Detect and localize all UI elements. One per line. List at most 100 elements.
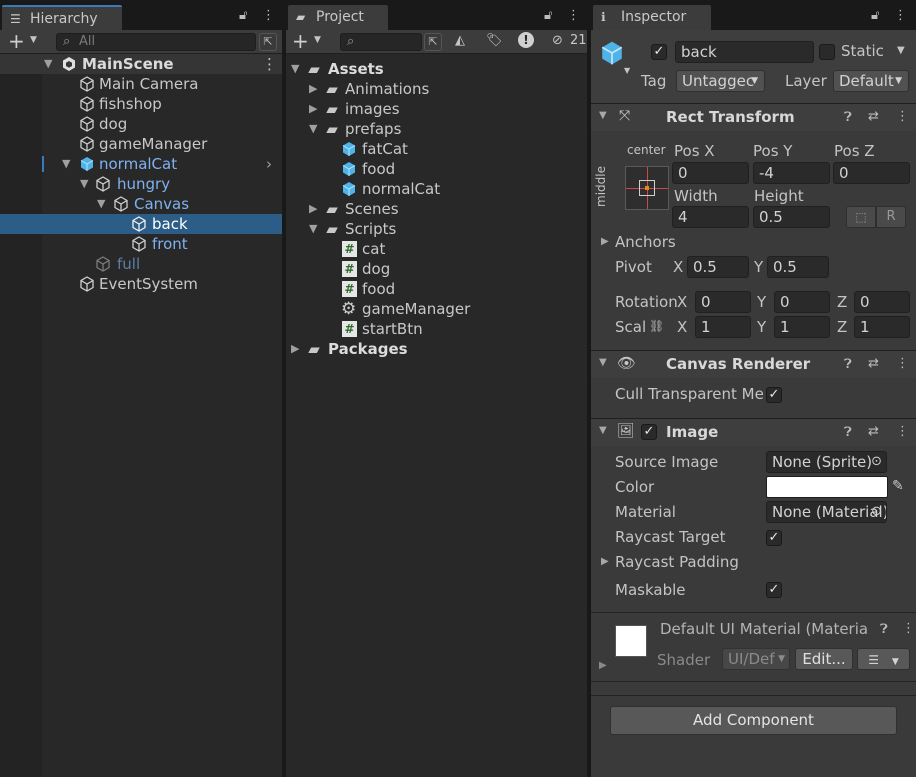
object-name-input[interactable]: back <box>675 41 814 63</box>
kebab-menu-icon[interactable]: ⋮ <box>902 621 915 636</box>
expand-arrow-icon[interactable]: ▶ <box>291 339 299 359</box>
shader-edit-button[interactable]: Edit... <box>795 648 853 670</box>
project-item-images[interactable]: ▶ ▰ images <box>286 99 587 119</box>
project-item-scripts[interactable]: ▼ ▰ Scripts <box>286 219 587 239</box>
filter-by-label-icon[interactable]: 🏷︎ <box>486 33 503 48</box>
project-item-assets[interactable]: ▼ ▰ Assets <box>286 59 587 79</box>
constrain-proportions-icon[interactable]: ⛓ <box>649 319 664 333</box>
project-item-packages[interactable]: ▶ ▰ Packages <box>286 339 587 359</box>
project-item-fatcat[interactable]: fatCat <box>286 139 587 159</box>
chevron-right-icon[interactable]: › <box>266 154 272 174</box>
lock-icon[interactable]: 🔓︎ <box>871 8 879 23</box>
kebab-menu-icon[interactable]: ⋮ <box>896 109 909 124</box>
preset-icon[interactable]: ⇄ <box>868 109 879 124</box>
expand-arrow-icon[interactable]: ▼ <box>44 54 52 74</box>
kebab-menu-icon[interactable]: ⋮ <box>262 8 275 23</box>
scale-x-field[interactable]: 1 <box>695 316 751 338</box>
anchors-label[interactable]: Anchors <box>615 233 676 251</box>
posz-field[interactable]: 0 <box>833 162 910 184</box>
eyedropper-icon[interactable]: ✎ <box>892 478 904 494</box>
foldout-arrow-icon[interactable]: ▶ <box>601 556 609 567</box>
preset-icon[interactable]: ⇄ <box>868 356 879 371</box>
foldout-arrow-icon[interactable]: ▶ <box>601 236 609 247</box>
lock-icon[interactable]: 🔓︎ <box>544 8 552 23</box>
pivot-y-field[interactable]: 0.5 <box>767 256 829 278</box>
hierarchy-tab[interactable]: ☰ Hierarchy <box>2 5 122 30</box>
hierarchy-item-eventsystem[interactable]: EventSystem <box>0 274 282 294</box>
hierarchy-item-normalcat[interactable]: ▼ normalCat › <box>0 154 282 174</box>
canvas-renderer-header[interactable]: ▼ 👁︎ Canvas Renderer ❓︎ ⇄ ⋮ <box>591 350 916 378</box>
scale-y-field[interactable]: 1 <box>774 316 830 338</box>
tag-dropdown[interactable]: Untaggec ▼ <box>676 70 765 92</box>
add-icon[interactable]: + <box>8 30 25 52</box>
rot-y-field[interactable]: 0 <box>774 291 830 313</box>
project-item-food-script[interactable]: # food <box>286 279 587 299</box>
hidden-packages-icon[interactable]: ⊘ <box>552 33 563 48</box>
shader-dropdown[interactable]: UI/Def ▼ <box>722 648 790 670</box>
height-field[interactable]: 0.5 <box>753 206 830 228</box>
hierarchy-item-hungry[interactable]: ▼ hungry <box>0 174 282 194</box>
foldout-arrow-icon[interactable]: ▼ <box>599 357 607 368</box>
image-enabled-checkbox[interactable]: ✓ <box>641 424 657 440</box>
rect-transform-header[interactable]: ▼ ⤧ Rect Transform ❓︎ ⇄ ⋮ <box>591 103 916 131</box>
project-search-input[interactable]: ⌕ <box>340 33 422 51</box>
project-tab[interactable]: ▰ Project <box>288 5 388 30</box>
warning-icon[interactable]: ! <box>518 32 534 48</box>
project-item-scenes[interactable]: ▶ ▰ Scenes <box>286 199 587 219</box>
foldout-arrow-icon[interactable]: ▶ <box>599 660 607 671</box>
hierarchy-search-input[interactable]: ⌕ All <box>56 33 256 51</box>
shader-options-button[interactable]: ☰ ▼ <box>857 648 910 670</box>
image-header[interactable]: ▼ 🖼︎ ✓ Image ❓︎ ⇄ ⋮ <box>591 418 916 446</box>
scene-row[interactable]: ▼ MainScene ⋮ <box>0 54 282 74</box>
project-item-cat[interactable]: # cat <box>286 239 587 259</box>
foldout-arrow-icon[interactable]: ▼ <box>599 110 607 121</box>
hierarchy-item-main-camera[interactable]: Main Camera <box>0 74 282 94</box>
anchor-presets-button[interactable] <box>625 166 669 210</box>
help-icon[interactable]: ❓︎ <box>880 622 888 637</box>
expand-arrow-icon[interactable]: ▶ <box>309 199 317 219</box>
project-item-prefaps[interactable]: ▼ ▰ prefaps <box>286 119 587 139</box>
kebab-menu-icon[interactable]: ⋮ <box>567 8 580 23</box>
scene-search-icon[interactable]: ⇱ <box>424 33 442 51</box>
object-picker-icon[interactable]: ⊙ <box>871 502 882 522</box>
expand-arrow-icon[interactable]: ▼ <box>80 174 88 194</box>
color-swatch[interactable] <box>766 476 888 498</box>
project-item-startbtn[interactable]: # startBtn <box>286 319 587 339</box>
expand-arrow-icon[interactable]: ▶ <box>309 99 317 119</box>
project-item-dog[interactable]: # dog <box>286 259 587 279</box>
help-icon[interactable]: ❓︎ <box>844 357 852 372</box>
expand-arrow-icon[interactable]: ▼ <box>291 59 299 79</box>
raycast-target-checkbox[interactable]: ✓ <box>766 530 782 546</box>
raycast-padding-label[interactable]: Raycast Padding <box>615 553 739 571</box>
kebab-menu-icon[interactable]: ⋮ <box>894 8 907 23</box>
hierarchy-item-fishshop[interactable]: fishshop <box>0 94 282 114</box>
maskable-checkbox[interactable]: ✓ <box>766 582 782 598</box>
posy-field[interactable]: -4 <box>753 162 830 184</box>
width-field[interactable]: 4 <box>672 206 749 228</box>
expand-arrow-icon[interactable]: ▶ <box>309 79 317 99</box>
hierarchy-item-gamemanager[interactable]: gameManager <box>0 134 282 154</box>
preset-icon[interactable]: ⇄ <box>868 424 879 439</box>
expand-arrow-icon[interactable]: ▼ <box>309 219 317 239</box>
chevron-down-icon[interactable]: ▼ <box>30 35 37 45</box>
kebab-menu-icon[interactable]: ⋮ <box>896 424 909 439</box>
project-item-food-prefab[interactable]: food <box>286 159 587 179</box>
foldout-arrow-icon[interactable]: ▼ <box>599 425 607 436</box>
hierarchy-item-back[interactable]: back <box>0 214 282 234</box>
source-image-field[interactable]: None (Sprite) ⊙ <box>766 451 887 473</box>
chevron-down-icon[interactable]: ▼ <box>897 45 905 56</box>
raw-edit-button[interactable]: R <box>876 206 906 228</box>
help-icon[interactable]: ❓︎ <box>844 425 852 440</box>
project-item-animations[interactable]: ▶ ▰ Animations <box>286 79 587 99</box>
expand-arrow-icon[interactable]: ▼ <box>62 154 70 174</box>
cull-transparent-checkbox[interactable]: ✓ <box>766 387 782 403</box>
posx-field[interactable]: 0 <box>672 162 749 184</box>
hierarchy-item-full[interactable]: full <box>0 254 282 274</box>
help-icon[interactable]: ❓︎ <box>844 110 852 125</box>
rot-z-field[interactable]: 0 <box>854 291 910 313</box>
scene-visibility-icon[interactable]: ⇱ <box>259 33 277 51</box>
lock-icon[interactable]: 🔓︎ <box>239 8 247 23</box>
filter-by-type-icon[interactable]: ◭ <box>455 33 465 48</box>
add-icon[interactable]: + <box>292 30 309 52</box>
hierarchy-item-canvas[interactable]: ▼ Canvas <box>0 194 282 214</box>
